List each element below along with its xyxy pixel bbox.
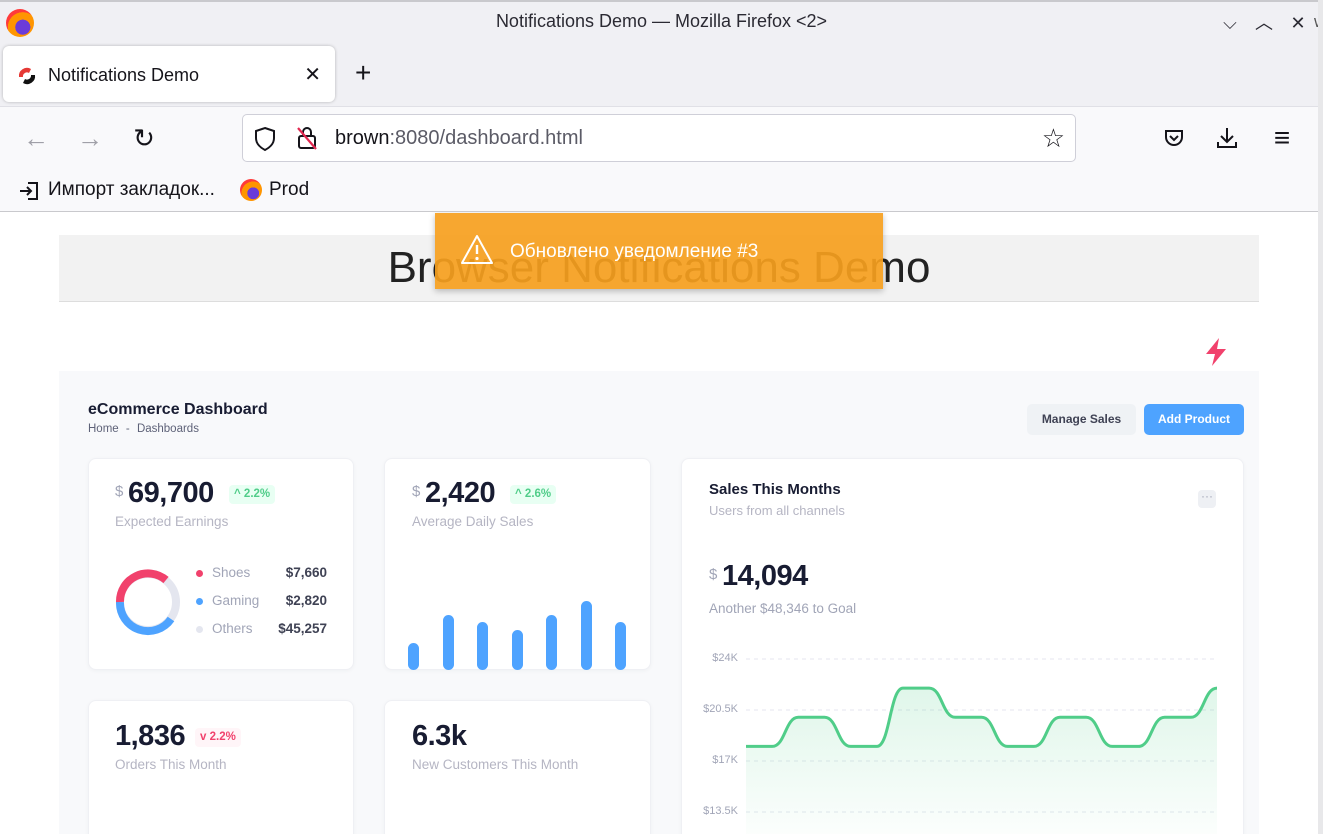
close-tab-button[interactable]: ✕ <box>304 62 321 87</box>
url-path: :8080/dashboard.html <box>389 127 583 149</box>
forward-button[interactable]: → <box>75 123 105 153</box>
average-daily-sales-card: $ 2,420 ^ 2.6% Average Daily Sales <box>384 458 651 670</box>
daily-sales-bar <box>408 643 419 670</box>
legend-dot <box>196 570 203 577</box>
address-bar[interactable]: brown:8080/dashboard.html ☆ <box>242 114 1076 162</box>
orders-change-badge: v 2.2% <box>195 728 241 747</box>
toast-message: Обновлено уведомление #3 <box>510 241 759 262</box>
orders-change-value: 2.2% <box>209 731 236 743</box>
import-icon <box>20 182 38 200</box>
sales-area-chart <box>745 658 1218 834</box>
legend-value-shoes: $7,660 <box>285 565 327 580</box>
earnings-label: Expected Earnings <box>115 514 229 529</box>
daily-sales-bar <box>615 622 626 670</box>
pocket-icon[interactable] <box>1162 126 1186 150</box>
warning-icon <box>461 235 493 264</box>
legend-dot <box>196 598 203 605</box>
daily-sales-bar <box>546 615 557 670</box>
add-product-button[interactable]: Add Product <box>1144 404 1244 435</box>
new-tab-button[interactable]: + <box>355 59 371 87</box>
notification-toast[interactable]: Обновлено уведомление #3 <box>435 213 883 289</box>
tab-title: Notifications Demo <box>48 65 200 85</box>
legend-dot <box>196 626 203 633</box>
bookmark-prod-label: Prod <box>269 179 310 200</box>
reload-button[interactable]: ↻ <box>129 123 159 153</box>
breadcrumb: Home - Dashboards <box>88 423 199 435</box>
breadcrumb-home[interactable]: Home <box>88 423 119 435</box>
page-content: Browser Notifications Demo Обновлено уве… <box>0 212 1318 834</box>
title-bar: Notifications Demo — Mozilla Firefox <2>… <box>0 0 1323 42</box>
daily-sales-bar-chart <box>385 459 652 671</box>
daily-sales-bar <box>442 615 454 670</box>
lightning-icon[interactable] <box>1203 337 1229 367</box>
earnings-change-value: 2.2% <box>243 488 271 500</box>
orders-value: 1,836 <box>115 720 186 752</box>
currency-symbol: $ <box>115 483 124 500</box>
close-window-button[interactable]: ✕ <box>1287 12 1309 34</box>
bookmark-star-icon[interactable]: ☆ <box>1042 123 1065 154</box>
bookmark-import-label: Импорт закладок... <box>48 179 215 200</box>
orders-card: 1,836 v 2.2% Orders This Month <box>88 700 354 834</box>
downloads-icon[interactable] <box>1215 125 1239 151</box>
minimize-button[interactable]: ⌵ <box>1219 12 1241 34</box>
url-host: brown <box>335 127 390 149</box>
site-favicon-icon <box>17 66 37 86</box>
insecure-lock-icon[interactable] <box>295 125 319 151</box>
donut-segment-shoes <box>115 569 169 603</box>
breadcrumb-current: Dashboards <box>136 423 199 435</box>
earnings-value: 69,700 <box>128 477 214 509</box>
daily-sales-bar <box>477 622 488 670</box>
menu-icon[interactable]: ≡ <box>1267 123 1297 153</box>
earnings-change-badge: ^ 2.2% <box>229 485 276 504</box>
daily-sales-bar <box>511 630 523 670</box>
legend-value-gaming: $2,820 <box>285 593 327 608</box>
legend-value-others: $45,257 <box>278 621 327 636</box>
new-customers-card: 6.3k New Customers This Month <box>384 700 651 834</box>
manage-sales-button[interactable]: Manage Sales <box>1027 404 1136 435</box>
customers-label: New Customers This Month <box>412 757 579 772</box>
sales-this-month-card: Sales This Months Users from all channel… <box>681 458 1244 834</box>
bookmarks-toolbar: Импорт закладок... Prod <box>0 170 1318 212</box>
tab-strip: Notifications Demo ✕ + <box>0 42 1323 106</box>
arrow-up-icon: ^ <box>234 488 241 500</box>
navigation-toolbar: ← → ↻ brown:8080/dashboard.html ☆ ≡ <box>0 106 1318 170</box>
daily-sales-bar <box>580 601 592 670</box>
window-right-edge <box>1318 0 1323 834</box>
expected-earnings-card: $ 69,700 ^ 2.2% Expected Earnings Shoes … <box>88 458 354 670</box>
firefox-icon <box>240 179 262 201</box>
url-text[interactable]: brown:8080/dashboard.html <box>335 127 583 150</box>
dashboard-title: eCommerce Dashboard <box>88 401 268 418</box>
shield-icon[interactable] <box>253 126 277 152</box>
tab-notifications-demo[interactable]: Notifications Demo ✕ <box>3 46 335 102</box>
legend-label: Shoes <box>212 565 251 580</box>
customers-value: 6.3k <box>412 720 467 752</box>
earnings-donut-chart <box>115 569 180 636</box>
breadcrumb-separator: - <box>125 423 130 435</box>
window-title: Notifications Demo — Mozilla Firefox <2> <box>495 11 828 31</box>
maximize-button[interactable]: ︿ <box>1253 12 1275 34</box>
ecommerce-dashboard: eCommerce Dashboard Home - Dashboards Ma… <box>59 371 1259 834</box>
back-button[interactable]: ← <box>21 123 51 153</box>
orders-label: Orders This Month <box>115 757 227 772</box>
arrow-down-icon: v <box>200 731 207 743</box>
